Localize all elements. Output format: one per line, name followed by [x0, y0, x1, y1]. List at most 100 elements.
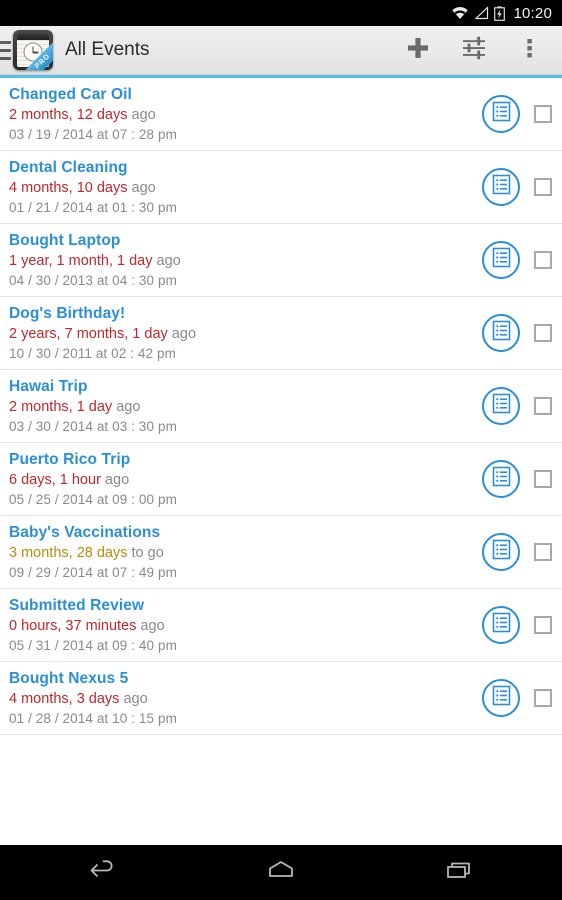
action-bar-actions — [390, 26, 558, 75]
event-info: Bought Nexus 5 4 months, 3 days ago 01 /… — [9, 669, 482, 727]
event-notes-button[interactable] — [482, 606, 520, 644]
overflow-menu-button[interactable] — [502, 26, 558, 75]
event-duration-suffix: ago — [112, 399, 141, 415]
nav-recents-button[interactable] — [429, 853, 489, 893]
event-duration: 2 years, 7 months, 1 day ago — [9, 325, 482, 343]
event-notes-button[interactable] — [482, 679, 520, 717]
event-duration-amount: 6 days, 1 hour — [9, 472, 101, 488]
event-actions — [482, 241, 552, 279]
event-notes-button[interactable] — [482, 95, 520, 133]
event-duration-suffix: ago — [127, 180, 156, 196]
status-bar: 10:20 — [0, 0, 562, 26]
event-notes-button[interactable] — [482, 533, 520, 571]
event-notes-button[interactable] — [482, 387, 520, 425]
event-duration-amount: 1 year, 1 month, 1 day — [9, 253, 153, 269]
event-info: Hawai Trip 2 months, 1 day ago 03 / 30 /… — [9, 377, 482, 435]
event-actions — [482, 679, 552, 717]
event-actions — [482, 606, 552, 644]
list-item[interactable]: Puerto Rico Trip 6 days, 1 hour ago 05 /… — [0, 443, 562, 516]
page-title: All Events — [65, 39, 150, 60]
add-event-button[interactable] — [390, 26, 446, 75]
hamburger-menu-icon[interactable] — [0, 40, 11, 60]
event-title: Hawai Trip — [9, 378, 88, 395]
event-title: Submitted Review — [9, 597, 145, 614]
event-duration-suffix: ago — [127, 107, 156, 123]
event-duration-suffix: ago — [167, 326, 197, 342]
event-info: Submitted Review 0 hours, 37 minutes ago… — [9, 596, 482, 654]
event-select-checkbox[interactable] — [534, 616, 552, 634]
event-duration-suffix: ago — [100, 472, 130, 488]
event-notes-button[interactable] — [482, 314, 520, 352]
home-icon — [265, 857, 297, 888]
event-date: 10 / 30 / 2011 at 02 : 42 pm — [9, 346, 176, 361]
event-actions — [482, 168, 552, 206]
wifi-icon — [451, 6, 469, 20]
list-item[interactable]: Dog's Birthday! 2 years, 7 months, 1 day… — [0, 297, 562, 370]
back-arrow-icon — [86, 857, 120, 888]
event-select-checkbox[interactable] — [534, 251, 552, 269]
action-bar: PRO All Events — [0, 26, 562, 75]
android-navigation-bar — [0, 845, 562, 900]
list-document-icon — [491, 393, 512, 419]
event-duration: 0 hours, 37 minutes ago — [9, 617, 482, 635]
event-info: Baby's Vaccinations 3 months, 28 days to… — [9, 523, 482, 581]
event-date: 09 / 29 / 2014 at 07 : 49 pm — [9, 565, 177, 580]
plus-icon — [405, 35, 431, 66]
event-select-checkbox[interactable] — [534, 178, 552, 196]
recents-icon — [443, 857, 475, 888]
event-select-checkbox[interactable] — [534, 324, 552, 342]
event-title: Bought Nexus 5 — [9, 670, 129, 687]
event-duration: 3 months, 28 days to go — [9, 544, 482, 562]
list-item[interactable]: Dental Cleaning 4 months, 10 days ago 01… — [0, 151, 562, 224]
event-select-checkbox[interactable] — [534, 105, 552, 123]
event-date: 01 / 21 / 2014 at 01 : 30 pm — [9, 200, 177, 215]
event-title: Puerto Rico Trip — [9, 451, 131, 468]
list-document-icon — [491, 101, 512, 127]
sliders-icon — [461, 35, 487, 66]
nav-home-button[interactable] — [251, 853, 311, 893]
filter-settings-button[interactable] — [446, 26, 502, 75]
event-duration-suffix: ago — [136, 618, 165, 634]
event-actions — [482, 387, 552, 425]
event-info: Dental Cleaning 4 months, 10 days ago 01… — [9, 158, 482, 216]
event-duration-suffix: to go — [127, 545, 164, 561]
event-date: 05 / 31 / 2014 at 09 : 40 pm — [9, 638, 177, 653]
event-duration: 2 months, 12 days ago — [9, 106, 482, 124]
event-date: 04 / 30 / 2013 at 04 : 30 pm — [9, 273, 177, 288]
event-info: Changed Car Oil 2 months, 12 days ago 03… — [9, 85, 482, 143]
event-select-checkbox[interactable] — [534, 543, 552, 561]
notepad-clock-app-icon[interactable]: PRO — [13, 30, 53, 70]
event-notes-button[interactable] — [482, 460, 520, 498]
nav-back-button[interactable] — [73, 853, 133, 893]
event-date: 03 / 19 / 2014 at 07 : 28 pm — [9, 127, 177, 142]
battery-charging-icon — [494, 5, 506, 21]
event-date: 05 / 25 / 2014 at 09 : 00 pm — [9, 492, 177, 507]
event-notes-button[interactable] — [482, 241, 520, 279]
event-duration-amount: 0 hours, 37 minutes — [9, 618, 137, 634]
event-duration-amount: 2 months, 1 day — [9, 399, 113, 415]
event-select-checkbox[interactable] — [534, 470, 552, 488]
event-date: 03 / 30 / 2014 at 03 : 30 pm — [9, 419, 177, 434]
event-select-checkbox[interactable] — [534, 689, 552, 707]
list-item[interactable]: Bought Nexus 5 4 months, 3 days ago 01 /… — [0, 662, 562, 735]
event-select-checkbox[interactable] — [534, 397, 552, 415]
list-item[interactable]: Submitted Review 0 hours, 37 minutes ago… — [0, 589, 562, 662]
list-item[interactable]: Baby's Vaccinations 3 months, 28 days to… — [0, 516, 562, 589]
event-duration: 2 months, 1 day ago — [9, 398, 482, 416]
event-duration-suffix: ago — [152, 253, 181, 269]
event-duration: 1 year, 1 month, 1 day ago — [9, 252, 482, 270]
list-document-icon — [491, 685, 512, 711]
event-title: Dental Cleaning — [9, 159, 128, 176]
event-actions — [482, 314, 552, 352]
list-item[interactable]: Hawai Trip 2 months, 1 day ago 03 / 30 /… — [0, 370, 562, 443]
event-info: Bought Laptop 1 year, 1 month, 1 day ago… — [9, 231, 482, 289]
event-date: 01 / 28 / 2014 at 10 : 15 pm — [9, 711, 177, 726]
event-title: Changed Car Oil — [9, 86, 132, 103]
event-duration-amount: 4 months, 10 days — [9, 180, 128, 196]
list-item[interactable]: Changed Car Oil 2 months, 12 days ago 03… — [0, 78, 562, 151]
list-document-icon — [491, 612, 512, 638]
event-notes-button[interactable] — [482, 168, 520, 206]
list-item[interactable]: Bought Laptop 1 year, 1 month, 1 day ago… — [0, 224, 562, 297]
status-bar-clock: 10:20 — [513, 4, 552, 22]
list-document-icon — [491, 320, 512, 346]
